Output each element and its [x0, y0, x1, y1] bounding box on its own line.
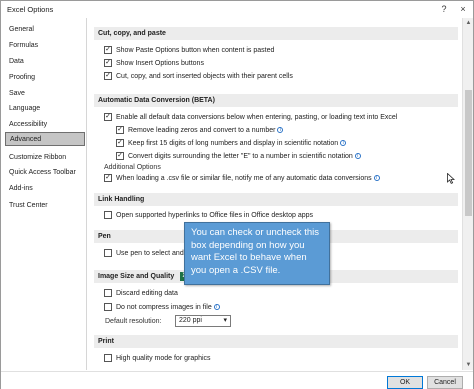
keep-15-digits-checkbox[interactable]: ✓: [116, 139, 124, 147]
title-bar: Excel Options ? ×: [1, 1, 473, 18]
high-quality-graphics-checkbox[interactable]: [104, 354, 112, 362]
insert-options-checkbox[interactable]: ✓: [104, 59, 112, 67]
sidebar-item-accessibility[interactable]: Accessibility: [5, 118, 85, 132]
default-resolution-value: 220 ppi: [179, 317, 202, 324]
no-compress-checkbox[interactable]: [104, 303, 112, 311]
sidebar-item-trust-center[interactable]: Trust Center: [5, 199, 85, 213]
vertical-scrollbar[interactable]: ▲ ▼: [462, 18, 473, 370]
sidebar-item-advanced[interactable]: Advanced: [5, 132, 85, 146]
insert-options-label: Show Insert Options buttons: [116, 60, 204, 67]
section-header-auto-data-conversion: Automatic Data Conversion (BETA): [94, 94, 458, 107]
paste-options-label: Show Paste Options button when content i…: [116, 47, 275, 54]
cancel-button[interactable]: Cancel: [427, 376, 463, 389]
sidebar-item-quick-access-toolbar[interactable]: Quick Access Toolbar: [5, 166, 85, 180]
sort-objects-checkbox[interactable]: ✓: [104, 72, 112, 80]
section-header-print: Print: [94, 335, 458, 348]
use-pen-checkbox[interactable]: [104, 249, 112, 257]
discard-editing-label: Discard editing data: [116, 290, 178, 297]
info-icon[interactable]: i: [354, 153, 361, 159]
scroll-thumb[interactable]: [465, 90, 472, 216]
scroll-down-icon[interactable]: ▼: [463, 360, 474, 370]
mouse-cursor-icon: [447, 173, 455, 184]
csv-notify-checkbox[interactable]: ✓: [104, 174, 112, 182]
section-header-cut-copy-paste: Cut, copy, and paste: [94, 27, 458, 40]
info-icon[interactable]: i: [340, 140, 347, 146]
open-hyperlinks-label: Open supported hyperlinks to Office file…: [116, 212, 314, 219]
discard-editing-checkbox[interactable]: [104, 289, 112, 297]
convert-e-digits-checkbox[interactable]: ✓: [116, 152, 124, 160]
convert-e-digits-label: Convert digits surrounding the letter "E…: [128, 153, 353, 160]
sidebar-item-add-ins[interactable]: Add-ins: [5, 182, 85, 196]
image-size-quality-title: Image Size and Quality: [98, 273, 175, 280]
default-resolution-select[interactable]: 220 ppi ▾: [175, 315, 231, 327]
info-icon[interactable]: i: [213, 304, 220, 310]
sidebar-item-formulas[interactable]: Formulas: [5, 39, 85, 53]
open-hyperlinks-checkbox[interactable]: [104, 211, 112, 219]
section-header-link-handling: Link Handling: [94, 193, 458, 206]
remove-leading-zeros-checkbox[interactable]: ✓: [116, 126, 124, 134]
additional-options-label: Additional Options: [104, 164, 161, 171]
enable-all-conversions-label: Enable all default data conversions belo…: [116, 114, 398, 121]
ok-button[interactable]: OK: [387, 376, 423, 389]
sidebar-item-proofing[interactable]: Proofing: [5, 71, 85, 85]
sidebar: General Formulas Data Proofing Save Lang…: [1, 18, 87, 370]
paste-options-checkbox[interactable]: ✓: [104, 46, 112, 54]
info-icon[interactable]: i: [277, 127, 284, 133]
no-compress-label: Do not compress images in file: [116, 304, 212, 311]
sidebar-item-general[interactable]: General: [5, 23, 85, 37]
sidebar-item-language[interactable]: Language: [5, 102, 85, 116]
sidebar-item-save[interactable]: Save: [5, 87, 85, 101]
dialog-footer: OK Cancel: [1, 371, 473, 389]
scroll-up-icon[interactable]: ▲: [463, 18, 474, 28]
sidebar-item-data[interactable]: Data: [5, 55, 85, 69]
info-icon[interactable]: i: [373, 175, 380, 181]
default-resolution-label: Default resolution:: [105, 318, 162, 325]
excel-options-window: Excel Options ? × General Formulas Data …: [0, 0, 474, 389]
callout-annotation: You can check or uncheck this box depend…: [184, 222, 330, 285]
keep-15-digits-label: Keep first 15 digits of long numbers and…: [128, 140, 339, 147]
enable-all-conversions-checkbox[interactable]: ✓: [104, 113, 112, 121]
close-button[interactable]: ×: [456, 3, 470, 15]
window-title: Excel Options: [7, 5, 54, 14]
help-button[interactable]: ?: [437, 3, 451, 15]
sidebar-item-customize-ribbon[interactable]: Customize Ribbon: [5, 151, 85, 165]
high-quality-graphics-label: High quality mode for graphics: [116, 355, 211, 362]
remove-leading-zeros-label: Remove leading zeros and convert to a nu…: [128, 127, 276, 134]
chevron-down-icon: ▾: [223, 317, 227, 324]
sort-objects-label: Cut, copy, and sort inserted objects wit…: [116, 73, 293, 80]
csv-notify-label: When loading a .csv file or similar file…: [116, 175, 372, 182]
options-content: Cut, copy, and paste ✓ Show Paste Option…: [88, 18, 460, 370]
